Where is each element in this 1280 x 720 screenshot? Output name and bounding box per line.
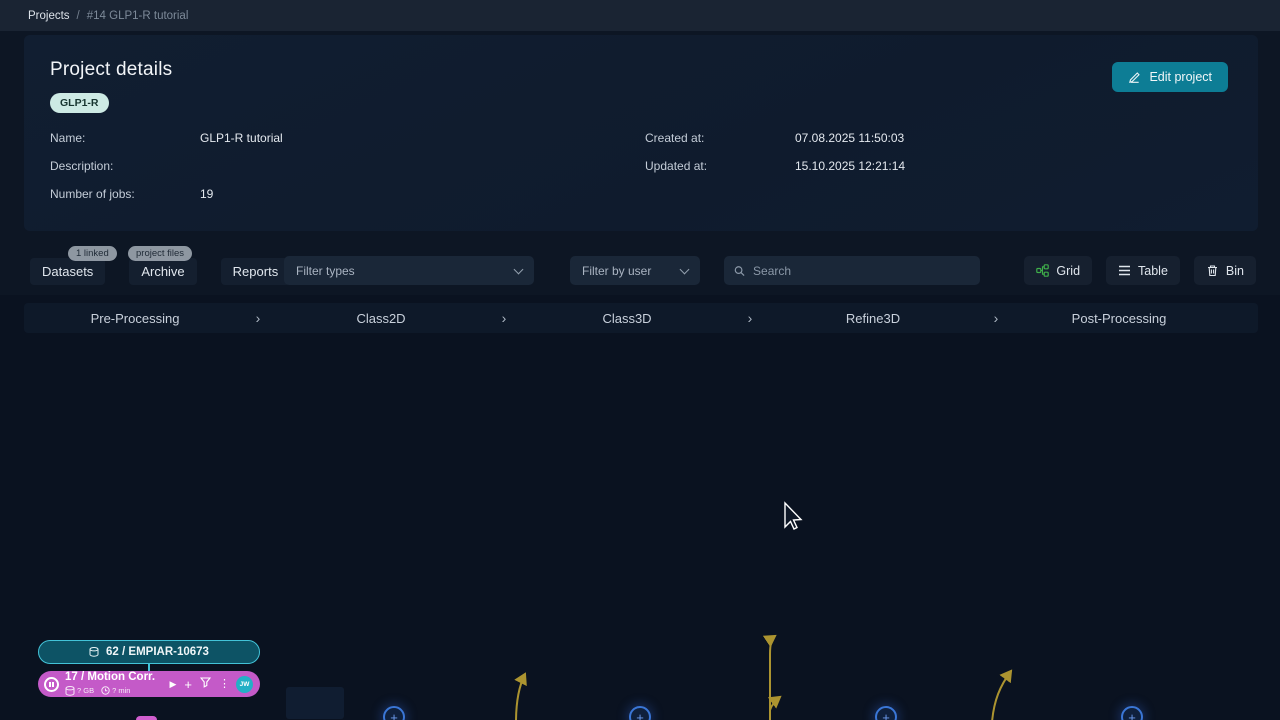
pause-bar	[52, 682, 54, 687]
stage-header-post-processing: Post-Processing	[1008, 311, 1230, 326]
grid-icon	[1036, 264, 1049, 277]
project-details-panel: Project details GLP1-R Name:GLP1-R tutor…	[24, 35, 1258, 231]
project-field: Created at:07.08.2025 11:50:03	[645, 131, 904, 145]
tab-reports[interactable]: Reports	[221, 258, 291, 285]
search-icon	[734, 265, 745, 277]
edit-project-button[interactable]: Edit project	[1112, 62, 1228, 92]
tab-datasets[interactable]: Datasets	[30, 258, 105, 285]
stage-header-class2d: Class2D	[270, 311, 492, 326]
bin-view-label: Bin	[1226, 264, 1244, 278]
project-field: Updated at:15.10.2025 12:21:14	[645, 159, 905, 173]
project-field: Number of jobs:19	[50, 187, 213, 201]
stage-header-pre-processing: Pre-Processing	[24, 311, 246, 326]
job-status-paused-icon	[44, 677, 59, 692]
job-card[interactable]: 17 / Motion Corr. ? GB ? min ▶ + ⋮ JW	[38, 671, 260, 697]
bin-icon	[1206, 264, 1219, 277]
job-size: ? GB	[65, 686, 94, 696]
pause-bar	[49, 682, 51, 687]
database-icon	[89, 647, 99, 657]
filter-types-value: Filter types	[296, 264, 355, 278]
field-label: Number of jobs:	[50, 187, 200, 201]
filter-user-value: Filter by user	[582, 264, 651, 278]
board-cell: 62 / EMPIAR-1067317 / Motion Corr.? GB? …	[24, 635, 270, 720]
field-label: Updated at:	[645, 159, 795, 173]
job-info: 17 / Motion Corr. ? GB ? min	[65, 672, 163, 696]
tabs-row: Datasets Archive Reports	[30, 258, 290, 285]
user-avatar[interactable]: JW	[236, 676, 253, 693]
field-value: 19	[200, 187, 213, 201]
field-value: GLP1-R tutorial	[200, 131, 283, 145]
funnel-icon	[200, 677, 211, 688]
field-label: Name:	[50, 131, 200, 145]
add-job-button[interactable]: +	[1121, 706, 1143, 720]
play-icon[interactable]: ▶	[169, 680, 176, 689]
table-view-label: Table	[1138, 264, 1168, 278]
add-job-button[interactable]: +	[383, 706, 405, 720]
add-job-button[interactable]: +	[875, 706, 897, 720]
search-input[interactable]	[753, 264, 970, 278]
job-meta: ? GB ? min	[65, 686, 163, 696]
table-icon	[1118, 264, 1131, 277]
stage-chevron-icon: ›	[738, 310, 762, 326]
field-value: 07.08.2025 11:50:03	[795, 131, 904, 145]
tab-count-badge: project files	[128, 246, 192, 261]
field-label: Description:	[50, 159, 200, 173]
project-field: Description:	[50, 159, 200, 173]
breadcrumb-current: #14 GLP1-R tutorial	[87, 10, 189, 22]
job-runtime: ? min	[101, 686, 130, 695]
project-field: Name:GLP1-R tutorial	[50, 131, 283, 145]
field-label: Created at:	[645, 131, 795, 145]
stage-header-refine3d: Refine3D	[762, 311, 984, 326]
stage-chevron-icon: ›	[984, 310, 1008, 326]
stage-header-class3d: Class3D	[516, 311, 738, 326]
tab-count-badge: 1 linked	[68, 246, 117, 261]
stage-chevron-icon: ›	[246, 310, 270, 326]
view-buttons: Grid Table Bin	[1024, 256, 1256, 285]
job-actions: ▶ + ⋮	[169, 677, 230, 691]
job-title: 17 / Motion Corr.	[65, 672, 163, 684]
grid-view-label: Grid	[1056, 264, 1080, 278]
more-options-icon[interactable]: ⋮	[219, 679, 230, 690]
board-cell: +	[270, 635, 516, 720]
search-box	[724, 256, 980, 285]
dataset-title: 62 / EMPIAR-10673	[106, 646, 209, 658]
pencil-icon	[1128, 71, 1141, 84]
filter-types-select[interactable]: Filter types	[284, 256, 534, 285]
bin-view-button[interactable]: Bin	[1194, 256, 1256, 285]
board-cell: +	[1008, 635, 1254, 720]
board-cell: +	[516, 635, 762, 720]
storage-icon	[65, 686, 75, 696]
breadcrumb-projects-link[interactable]: Projects	[28, 10, 70, 22]
field-value: 15.10.2025 12:21:14	[795, 159, 905, 173]
edit-project-label: Edit project	[1149, 70, 1212, 84]
notes-icon[interactable]	[136, 716, 157, 720]
grid-view-button[interactable]: Grid	[1024, 256, 1092, 285]
workflow-stage-headers: Pre-Processing›Class2D›Class3D›Refine3D›…	[24, 303, 1258, 333]
stage-chevron-icon: ›	[492, 310, 516, 326]
dataset-card[interactable]: 62 / EMPIAR-10673	[38, 640, 260, 664]
page-title: Project details	[50, 59, 172, 81]
project-tag-badge: GLP1-R	[50, 93, 109, 113]
add-child-job-icon[interactable]: +	[184, 678, 192, 691]
add-job-button[interactable]: +	[629, 706, 651, 720]
board-cell: +	[762, 635, 1008, 720]
chevron-down-icon	[680, 264, 690, 274]
clock-icon	[101, 686, 110, 695]
chevron-down-icon	[514, 264, 524, 274]
top-bar: Projects / #14 GLP1-R tutorial	[0, 0, 1280, 31]
filter-branch-icon[interactable]	[200, 677, 211, 691]
workflow-board: Pre-Processing›Class2D›Class3D›Refine3D›…	[0, 295, 1280, 720]
breadcrumb-separator: /	[77, 10, 80, 22]
tab-archive[interactable]: Archive	[129, 258, 196, 285]
filter-by-user-select[interactable]: Filter by user	[570, 256, 700, 285]
table-view-button[interactable]: Table	[1106, 256, 1180, 285]
